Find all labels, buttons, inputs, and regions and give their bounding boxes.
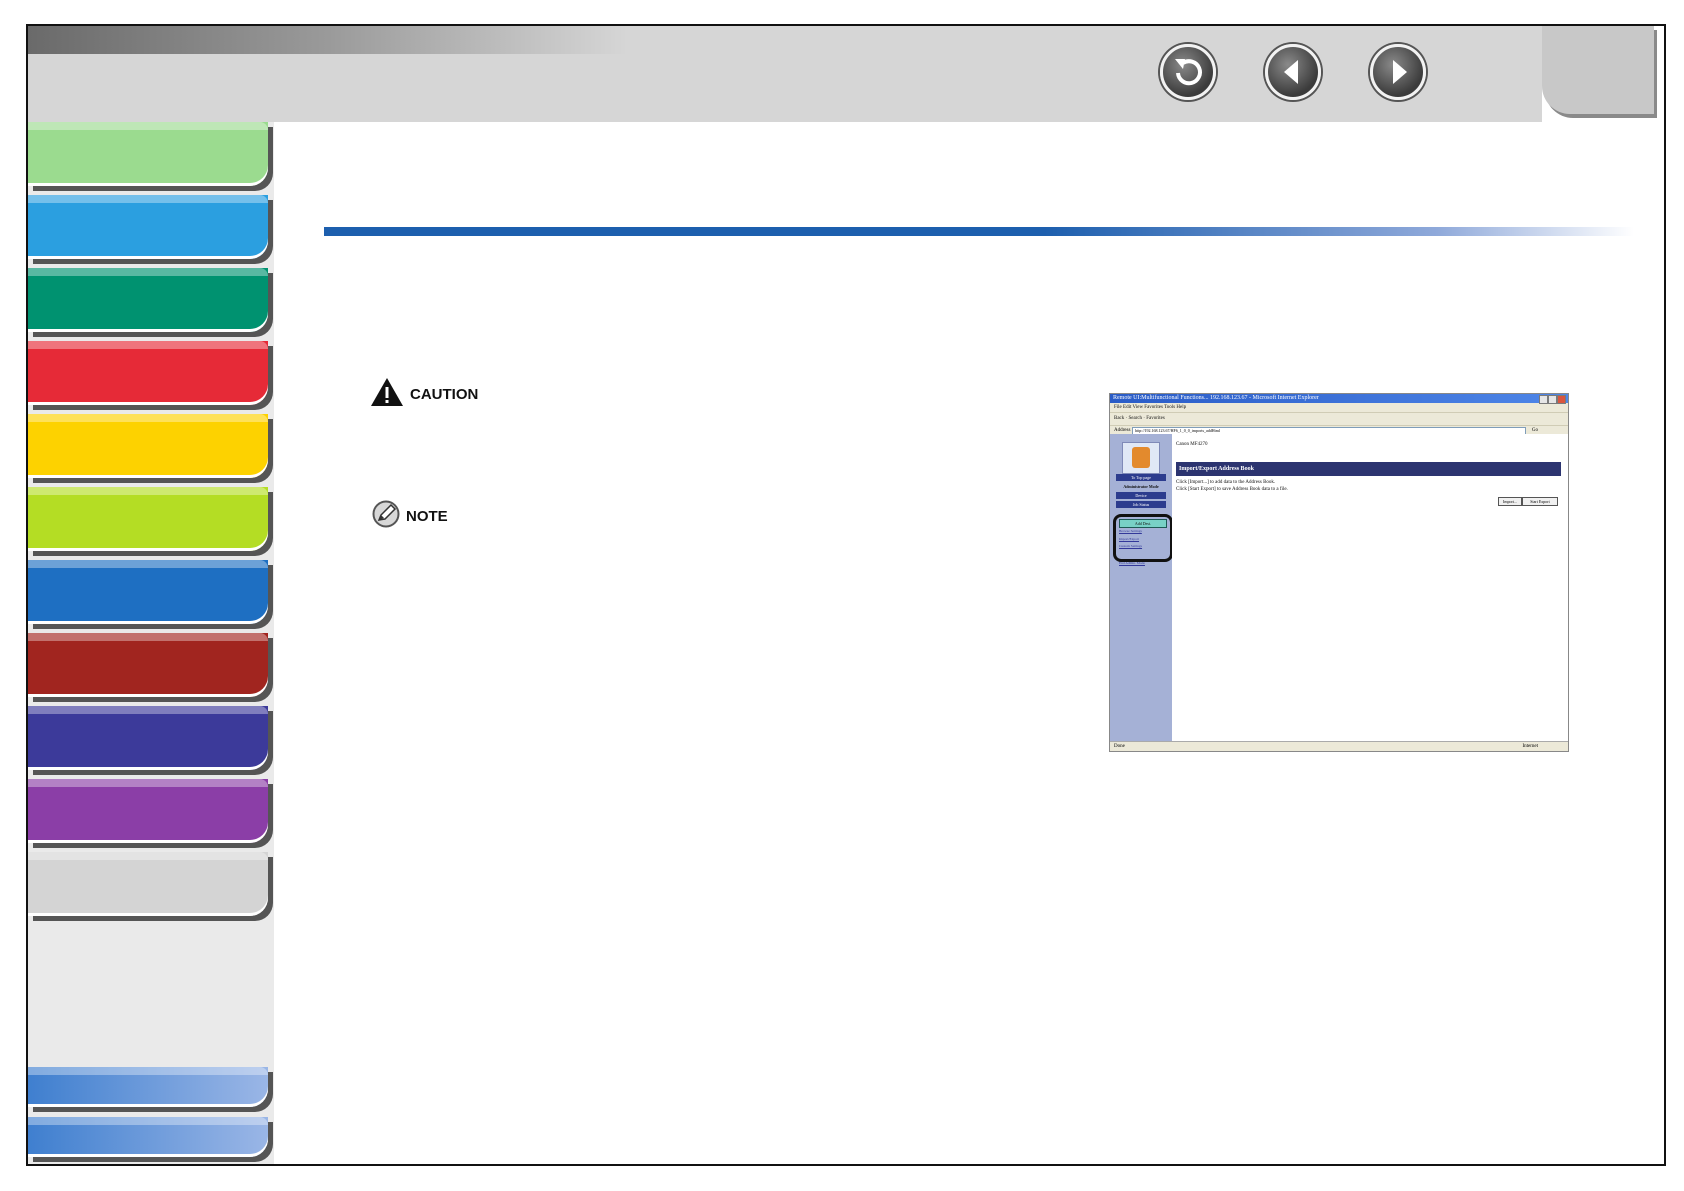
chapter-tab-9[interactable] — [28, 706, 268, 770]
ie-menu-bar: File Edit View Favorites Tools Help — [1110, 403, 1568, 412]
top-header-bar — [28, 26, 1542, 122]
remote-ui-logo — [1122, 442, 1160, 474]
note-heading: NOTE — [372, 498, 448, 534]
chapter-tab-3[interactable] — [28, 268, 268, 332]
device-button: Device — [1116, 492, 1166, 499]
caution-heading: CAUTION — [370, 376, 478, 412]
next-page-button[interactable] — [1370, 44, 1426, 100]
remote-ui-main: Canon MF4270 Import/Export Address Book … — [1172, 434, 1568, 741]
note-label: NOTE — [406, 507, 448, 525]
remote-ui-left-panel: To Top page Administrator Mode Device Jo… — [1110, 434, 1173, 741]
warning-triangle-icon — [370, 377, 404, 412]
start-export-button: Start Export — [1522, 497, 1558, 506]
caution-label: CAUTION — [410, 385, 479, 403]
browse-settings-link: Browse Settings — [1119, 529, 1142, 533]
header-gradient-strip — [28, 26, 628, 54]
import-export-link: Import/Export — [1119, 537, 1140, 541]
chapter-sidebar — [28, 122, 274, 1164]
chapter-tab-1[interactable] — [28, 122, 268, 186]
ie-title-bar: Remote UI:Multifunctional Functions... 1… — [1110, 394, 1568, 404]
footer-rule — [1581, 1164, 1666, 1165]
address-label: Address — [1114, 428, 1131, 433]
job-status-button: Job Status — [1116, 501, 1166, 508]
table-of-contents-tab[interactable] — [28, 1067, 268, 1107]
maximize-icon — [1548, 395, 1557, 404]
close-icon — [1557, 395, 1566, 404]
chapter-tab-5[interactable] — [28, 414, 268, 478]
end-admin-mode-link: End Admin. Mode — [1119, 561, 1145, 565]
section-title-rule — [324, 227, 1634, 236]
ie-toolbar: Back · Search · Favorites — [1110, 412, 1568, 425]
pencil-note-icon — [372, 500, 400, 533]
remote-ui-logo-icon — [1132, 447, 1150, 468]
embedded-browser-screenshot: Remote UI:Multifunctional Functions... 1… — [1109, 393, 1569, 752]
corner-tab[interactable] — [1542, 26, 1654, 114]
import-button: Import... — [1498, 497, 1522, 506]
index-tab[interactable] — [28, 1117, 268, 1157]
chapter-tab-7[interactable] — [28, 560, 268, 624]
chapter-tab-6[interactable] — [28, 487, 268, 551]
chapter-tab-2[interactable] — [28, 195, 268, 259]
chapter-tab-10[interactable] — [28, 779, 268, 843]
custom-settings-link: Custom Settings — [1119, 544, 1143, 548]
status-zone: Internet — [1522, 744, 1538, 749]
previous-page-button[interactable] — [1265, 44, 1321, 100]
chapter-tab-4[interactable] — [28, 341, 268, 405]
back-button[interactable] — [1160, 44, 1216, 100]
page-header: Import/Export Address Book — [1176, 462, 1561, 476]
minimize-icon — [1539, 395, 1548, 404]
ie-status-bar: Done Internet — [1110, 741, 1568, 751]
instruction-line-1: Click [Import...] to add data to the Add… — [1176, 480, 1276, 485]
add-dest-button: Add Dest. — [1119, 519, 1167, 528]
admin-mode-label: Administrator Mode — [1123, 484, 1159, 489]
device-name: Canon MF4270 — [1176, 442, 1208, 447]
remote-ui-page: To Top page Administrator Mode Device Jo… — [1110, 434, 1568, 741]
instruction-line-2: Click [Start Export] to save Address Boo… — [1176, 487, 1288, 492]
ie-window-title: Remote UI:Multifunctional Functions... 1… — [1113, 395, 1319, 401]
to-top-page-button: To Top page — [1116, 474, 1166, 481]
chapter-tab-11[interactable] — [28, 852, 268, 916]
status-done: Done — [1114, 744, 1125, 749]
chapter-tab-8[interactable] — [28, 633, 268, 697]
